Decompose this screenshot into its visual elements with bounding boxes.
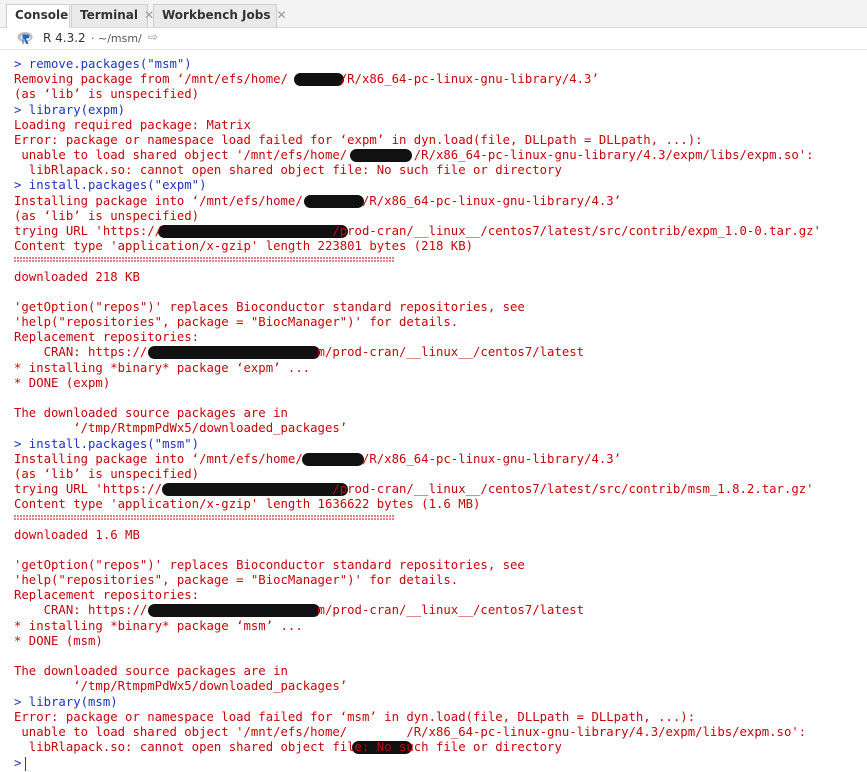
console-output-line: 'help("repositories", package = "BiocMan… <box>14 315 459 330</box>
console-output-line: (as ‘lib’ is unspecified) <box>14 87 200 102</box>
separator-rule <box>14 257 394 262</box>
console-input-line: > library(expm) <box>14 102 126 117</box>
console-output-line: ‘/tmp/RtmpmPdWx5/downloaded_packages’ <box>14 679 348 694</box>
go-to-directory-icon[interactable]: ⇨ <box>148 30 158 44</box>
tab-workbench-jobs[interactable]: Workbench Jobs ✕ <box>153 4 287 27</box>
text-cursor <box>25 756 27 771</box>
console-output-line: The downloaded source packages are in <box>14 406 288 421</box>
console-output-line: Installing package into ‘/mnt/efs/home/ … <box>14 451 622 466</box>
console-input-line: > install.packages("expm") <box>14 178 207 193</box>
tab-terminal[interactable]: Terminal ✕ <box>71 4 154 27</box>
console-output-line: unable to load shared object '/mnt/efs/h… <box>14 724 807 739</box>
r-logo-icon <box>17 32 33 44</box>
tab-console[interactable]: Console <box>6 4 70 28</box>
console-output-line: CRAN: https:// m/prod-cran/__linux__/cen… <box>14 345 585 360</box>
console-output-line: trying URL 'https:// /prod-cran/__linux_… <box>14 223 821 238</box>
console-output-line: libRlapack.so: cannot open shared object… <box>14 740 562 755</box>
console-tab-bar: Console Terminal ✕ Workbench Jobs ✕ <box>0 0 867 28</box>
close-icon[interactable]: ✕ <box>277 8 287 22</box>
console-output-line: CRAN: https:// m/prod-cran/__linux__/cen… <box>14 603 585 618</box>
console-output-line: trying URL 'https:// /prod-cran/__linux_… <box>14 482 814 497</box>
console-output-line: downloaded 218 KB <box>14 269 140 284</box>
console-output-line: downloaded 1.6 MB <box>14 527 140 542</box>
console-input-line: > library(msm) <box>14 694 118 709</box>
console-prompt[interactable]: > <box>14 756 27 771</box>
tab-label: Terminal <box>80 8 139 22</box>
console-output-line: Content type 'application/x-gzip' length… <box>14 497 481 512</box>
console-output-line: Replacement repositories: <box>14 330 200 345</box>
console-output-line: Installing package into ‘/mnt/efs/home/ … <box>14 193 622 208</box>
console-output-line: (as ‘lib’ is unspecified) <box>14 208 200 223</box>
console-output-line: Loading required package: Matrix <box>14 117 251 132</box>
console-output-line: The downloaded source packages are in <box>14 664 288 679</box>
tab-label: Console <box>15 8 69 22</box>
console-output-line: * installing *binary* package ‘expm’ ... <box>14 360 311 375</box>
console-output-line: libRlapack.so: cannot open shared object… <box>14 163 562 178</box>
console-output-line: * installing *binary* package ‘msm’ ... <box>14 618 303 633</box>
tab-label: Workbench Jobs <box>162 8 271 22</box>
console-output-line: Content type 'application/x-gzip' length… <box>14 239 474 254</box>
console-output-line: ‘/tmp/RtmpmPdWx5/downloaded_packages’ <box>14 421 348 436</box>
console-output-line: 'getOption("repos")' replaces Bioconduct… <box>14 299 525 314</box>
console-output-line: Error: package or namespace load failed … <box>14 709 696 724</box>
console-output-line: * DONE (msm) <box>14 633 103 648</box>
console-output[interactable]: > remove.packages("msm") Removing package… <box>0 50 867 772</box>
console-output-line: Error: package or namespace load failed … <box>14 132 703 147</box>
console-input-line: > install.packages("msm") <box>14 436 200 451</box>
console-output-line: Replacement repositories: <box>14 588 200 603</box>
console-output-line: 'getOption("repos")' replaces Bioconduct… <box>14 557 525 572</box>
separator-rule <box>14 515 394 520</box>
console-output-line: * DONE (expm) <box>14 375 111 390</box>
working-directory: · ~/msm/ <box>91 32 142 45</box>
console-input-line: > remove.packages("msm") <box>14 57 192 71</box>
console-output-line: 'help("repositories", package = "BiocMan… <box>14 573 459 588</box>
console-output-line: Removing package from ‘/mnt/efs/home/ /R… <box>14 72 599 87</box>
console-header: R 4.3.2 · ~/msm/ ⇨ <box>0 28 867 50</box>
console-output-line: (as ‘lib’ is unspecified) <box>14 466 200 481</box>
console-output-line: unable to load shared object '/mnt/efs/h… <box>14 148 814 163</box>
r-version: R 4.3.2 <box>43 31 86 45</box>
